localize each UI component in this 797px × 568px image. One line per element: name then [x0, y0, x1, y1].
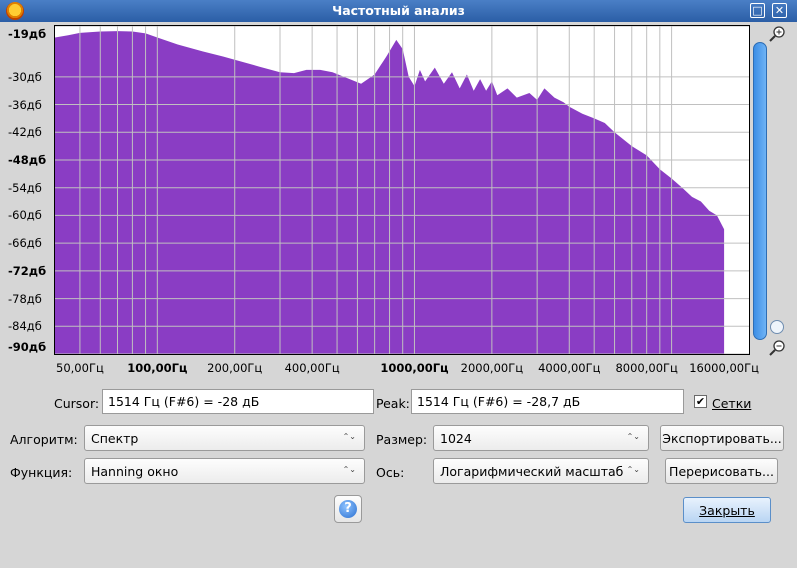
size-select[interactable]: 1024 ⌃⌄	[433, 425, 649, 451]
y-tick-label: -60дб	[8, 208, 42, 223]
redraw-button[interactable]: Перерисовать...	[665, 458, 778, 484]
x-tick-label: 4000,00Гц	[538, 361, 601, 375]
combo-arrows-icon: ⌃⌄	[342, 432, 356, 441]
algorithm-select[interactable]: Спектр ⌃⌄	[84, 425, 365, 451]
axis-select-value: Логарифмический масштаб	[440, 464, 624, 479]
function-label: Функция:	[10, 465, 73, 480]
peak-readout-field[interactable]: 1514 Гц (F#6) = -28,7 дБ	[411, 389, 684, 414]
y-tick-label: -54дб	[8, 180, 42, 195]
combo-arrows-icon: ⌃⌄	[626, 465, 640, 474]
algorithm-select-value: Спектр	[91, 431, 139, 446]
y-tick-label: -30дб	[8, 69, 42, 84]
spectrum-plot[interactable]	[54, 25, 750, 355]
x-tick-label: 1000,00Гц	[380, 361, 449, 375]
y-tick-label: -19дб	[8, 27, 47, 41]
y-tick-label: -36дб	[8, 97, 42, 112]
maximize-button[interactable]: □	[750, 3, 765, 18]
size-select-value: 1024	[440, 431, 472, 446]
grids-label-text: Сетки	[712, 396, 752, 411]
x-tick-label: 50,00Гц	[56, 361, 104, 375]
grids-checkbox[interactable]: ✔	[694, 395, 707, 408]
peak-label: Peak:	[376, 396, 410, 411]
close-button-label: Закрыть	[699, 503, 755, 518]
axis-select[interactable]: Логарифмический масштаб ⌃⌄	[433, 458, 649, 484]
window-function-select[interactable]: Hanning окно ⌃⌄	[84, 458, 365, 484]
close-window-button[interactable]: ✕	[772, 3, 787, 18]
algorithm-label: Алгоритм:	[10, 432, 78, 447]
zoom-in-icon[interactable]	[768, 25, 786, 43]
help-icon: ?	[339, 500, 357, 518]
y-tick-label: -66дб	[8, 236, 42, 251]
x-tick-label: 16000,00Гц	[689, 361, 759, 375]
help-button[interactable]: ?	[334, 495, 362, 523]
y-tick-label: -78дб	[8, 291, 42, 306]
y-tick-label: -42дб	[8, 125, 42, 140]
cursor-label: Cursor:	[54, 396, 100, 411]
title-bar: Частотный анализ □ ✕	[0, 0, 797, 22]
zoom-slider-track[interactable]	[753, 42, 767, 340]
zoom-out-icon[interactable]	[768, 339, 786, 357]
grids-label[interactable]: Сетки	[712, 396, 751, 411]
spectrum-chart	[55, 26, 749, 354]
cursor-readout-field[interactable]: 1514 Гц (F#6) = -28 дБ	[102, 389, 374, 414]
combo-arrows-icon: ⌃⌄	[626, 432, 640, 441]
export-button[interactable]: Экспортировать...	[660, 425, 784, 451]
combo-arrows-icon: ⌃⌄	[342, 465, 356, 474]
x-tick-label: 2000,00Гц	[460, 361, 524, 375]
x-tick-label: 8000,00Гц	[615, 361, 678, 375]
close-button[interactable]: Закрыть	[683, 497, 771, 523]
y-tick-label: -72дб	[8, 263, 47, 278]
zoom-slider-handle[interactable]	[770, 320, 784, 334]
y-tick-label: -84дб	[8, 319, 42, 334]
window-title: Частотный анализ	[332, 3, 465, 18]
y-tick-label: -48дб	[8, 152, 47, 167]
axis-label: Ось:	[376, 465, 405, 480]
x-tick-label: 200,00Гц	[207, 361, 263, 375]
x-tick-label: 400,00Гц	[284, 361, 340, 375]
window-function-value: Hanning окно	[91, 464, 179, 479]
x-tick-label: 100,00Гц	[127, 361, 188, 375]
size-label: Размер:	[376, 432, 428, 447]
y-tick-label: -90дб	[8, 340, 47, 354]
